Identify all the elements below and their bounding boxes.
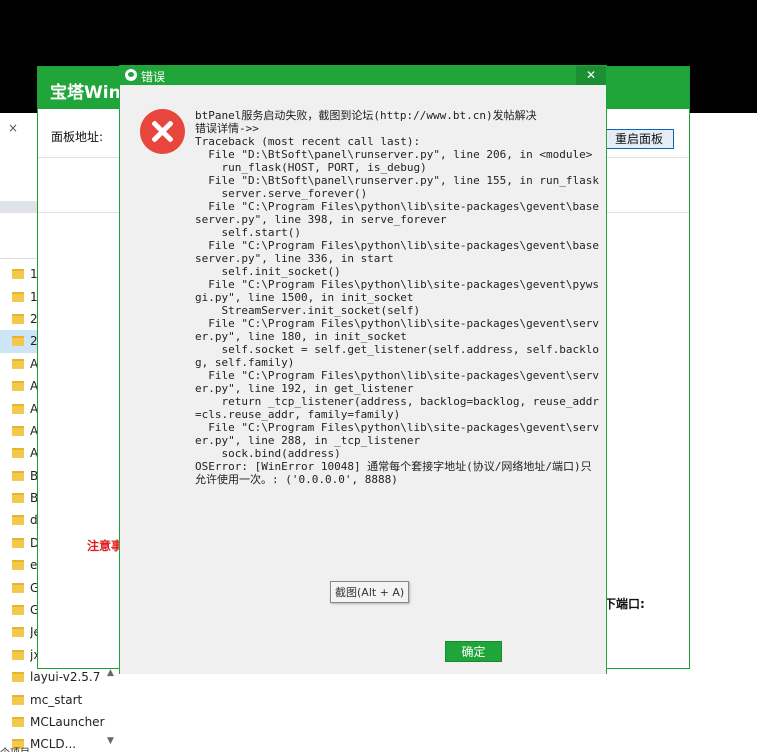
folder-icon	[12, 560, 24, 571]
folder-icon	[12, 672, 24, 683]
panel-address-label: 面板地址:	[51, 130, 104, 144]
ok-button[interactable]: 确定	[445, 641, 502, 662]
folder-label: MCLauncher	[30, 715, 105, 729]
error-icon	[140, 109, 185, 154]
list-item[interactable]: mc_start	[0, 688, 120, 710]
notice-label: 注意事	[87, 539, 124, 553]
dialog-title: 错误	[141, 70, 166, 84]
folder-icon	[12, 537, 24, 548]
folder-icon	[12, 403, 24, 414]
scroll-up-icon[interactable]: ▲	[107, 668, 114, 678]
folder-icon	[12, 493, 24, 504]
folder-icon	[12, 358, 24, 369]
folder-label: layui-v2.5.7	[30, 670, 101, 685]
folder-icon	[12, 448, 24, 459]
folder-icon	[12, 649, 24, 660]
folder-label: mc_start	[30, 692, 83, 707]
folder-icon	[12, 381, 24, 392]
explorer-scrollbar[interactable]: ▲ ▼	[106, 668, 116, 748]
folder-icon	[12, 582, 24, 593]
folder-icon	[12, 515, 24, 526]
folder-icon	[12, 717, 24, 727]
port-label: 下端口:	[604, 597, 645, 611]
error-message: btPanel服务启动失败，截图到论坛(http://www.bt.cn)发帖解…	[195, 109, 599, 486]
folder-icon	[12, 336, 24, 347]
scroll-down-icon[interactable]: ▼	[107, 736, 114, 746]
folder-icon	[12, 694, 24, 705]
list-item[interactable]: layui-v2.5.7	[0, 666, 120, 688]
folder-icon	[12, 425, 24, 436]
dialog-close-button[interactable]: ✕	[576, 66, 606, 85]
explorer-close-icon[interactable]: ×	[8, 121, 18, 135]
folder-icon	[12, 605, 24, 616]
explorer-status-text: 个项目	[0, 744, 30, 752]
folder-icon	[12, 470, 24, 481]
app-icon	[125, 69, 137, 81]
dialog-titlebar[interactable]: 错误 ✕	[120, 66, 606, 85]
screenshot-tooltip: 截图(Alt + A)	[330, 581, 410, 603]
error-dialog: 错误 ✕ btPanel服务启动失败，截图到论坛(http://www.bt.c…	[119, 65, 607, 674]
folder-icon	[12, 313, 24, 324]
folder-icon	[12, 627, 24, 638]
list-item[interactable]: MCLauncher	[0, 711, 120, 733]
folder-icon	[12, 291, 24, 302]
folder-label: MCLD...	[30, 737, 77, 752]
folder-icon	[12, 269, 24, 280]
restart-panel-button[interactable]: 重启面板	[604, 129, 674, 149]
dialog-body: btPanel服务启动失败，截图到论坛(http://www.bt.cn)发帖解…	[120, 85, 606, 674]
